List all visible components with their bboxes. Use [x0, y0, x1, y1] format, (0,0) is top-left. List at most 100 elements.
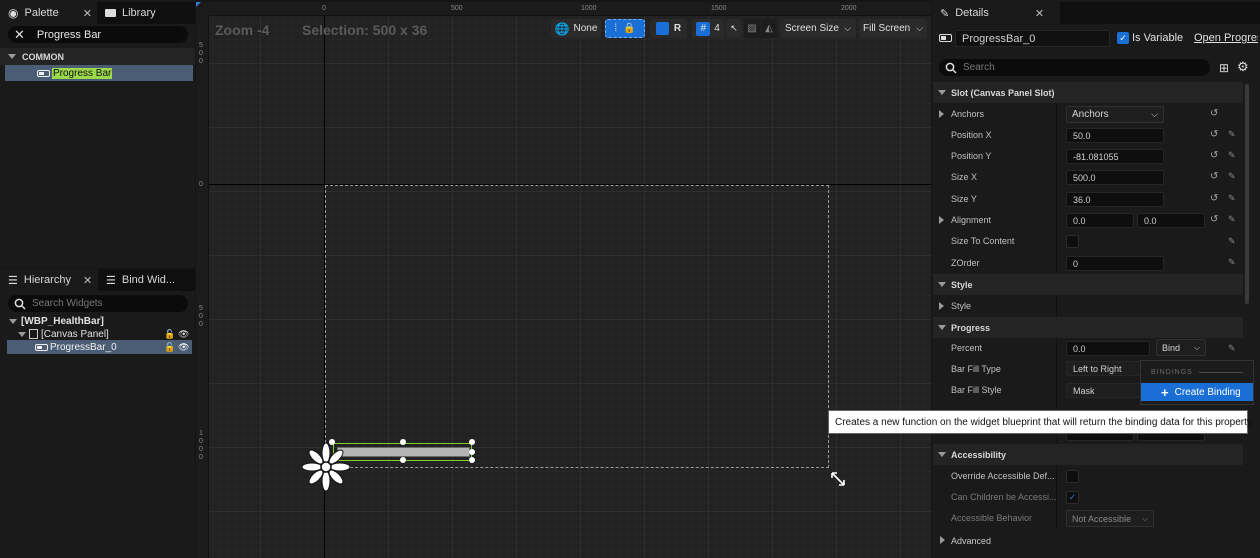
pin-icon[interactable]: ✎	[1228, 257, 1236, 268]
accessible-behavior-dropdown[interactable]: Not Accessible ⌵	[1066, 510, 1154, 527]
create-binding-item[interactable]: + Create Binding	[1141, 383, 1253, 401]
hierarchy-progressbar[interactable]: ProgressBar_0 🔓 👁	[7, 340, 192, 354]
accessible-behavior-value: Not Accessible	[1072, 513, 1132, 524]
reset-icon[interactable]: ↺	[1210, 171, 1218, 182]
palette-item-progress-bar[interactable]: Progress Bar	[5, 65, 193, 81]
details-scrollbar[interactable]	[1245, 84, 1249, 304]
close-icon[interactable]: ✕	[1035, 7, 1044, 20]
size-x-input[interactable]: 500.0	[1066, 170, 1164, 185]
hierarchy-search[interactable]: Search Widgets	[8, 295, 188, 312]
section-accessibility[interactable]: Accessibility	[933, 444, 1243, 465]
zorder-input[interactable]: 0	[1066, 256, 1164, 271]
fill-screen-dropdown[interactable]: Fill Screen ⌵	[859, 19, 927, 38]
selection-handle-bm[interactable]	[400, 457, 406, 463]
tab-bind-widgets[interactable]: ☰ Bind Wid...	[98, 269, 183, 291]
selection-handle-br[interactable]	[469, 457, 475, 463]
cursor-tool-button[interactable]: ↖	[726, 19, 742, 38]
expand-arrow-icon[interactable]	[939, 110, 944, 118]
palette-search[interactable]: ✕ Progress Bar	[8, 26, 188, 43]
pin-icon[interactable]: ✎	[1228, 171, 1236, 182]
respect-locks-button[interactable]: R	[650, 19, 687, 38]
search-icon	[945, 62, 957, 74]
reset-icon[interactable]: ↺	[1210, 108, 1218, 119]
section-style[interactable]: Style	[933, 274, 1243, 295]
clear-search-icon[interactable]: ✕	[14, 27, 25, 43]
ruler-left-labels-d: 1000	[199, 430, 203, 461]
eye-icon[interactable]: 👁	[178, 329, 189, 340]
pin-icon[interactable]: ✎	[1228, 343, 1236, 354]
pin-icon[interactable]: ✎	[1228, 129, 1236, 140]
localization-button[interactable]: 🌐 None	[551, 19, 601, 38]
section-slot[interactable]: Slot (Canvas Panel Slot)	[933, 82, 1243, 103]
size-y-input[interactable]: 36.0	[1066, 192, 1164, 207]
screen-size-dropdown[interactable]: Screen Size ⌵	[780, 19, 856, 38]
widget-name-input[interactable]: ProgressBar_0	[955, 30, 1110, 47]
eye-icon[interactable]: 👁	[178, 342, 189, 353]
percent-input[interactable]: 0.0	[1066, 341, 1150, 356]
override-accessible-label: Override Accessible Def...	[951, 471, 1055, 481]
ruler-corner	[196, 2, 209, 16]
lock-icon[interactable]: 🔓	[164, 329, 175, 340]
alignment-y-input[interactable]: 0.0	[1137, 213, 1205, 228]
section-progress[interactable]: Progress	[933, 317, 1243, 338]
chevron-down-icon: ⌵	[916, 23, 923, 33]
children-accessible-checkbox[interactable]: ✓	[1066, 491, 1079, 504]
section-advanced-label: Advanced	[951, 535, 992, 546]
selection-handle-tm[interactable]	[400, 439, 406, 445]
is-variable-checkbox[interactable]: ✓	[1117, 32, 1129, 44]
reset-icon[interactable]: ↺	[1210, 150, 1218, 161]
hierarchy-root-label: [WBP_HealthBar]	[21, 315, 104, 327]
pin-icon[interactable]: ✎	[1228, 150, 1236, 161]
bar-fill-style-dropdown[interactable]: Mask	[1066, 383, 1144, 398]
expand-arrow-icon	[940, 536, 945, 544]
section-advanced[interactable]: Advanced	[933, 530, 1243, 551]
tab-details[interactable]: ✎ Details ✕	[932, 2, 1060, 24]
selection-handle-mr[interactable]	[469, 449, 475, 455]
size-to-content-checkbox[interactable]	[1066, 235, 1079, 248]
grid-snap-button[interactable]: # 4	[692, 19, 724, 38]
anchors-dropdown[interactable]: Anchors ⌵	[1066, 106, 1164, 123]
palette-category-common[interactable]: COMMON	[0, 48, 195, 65]
position-x-input[interactable]: 50.0	[1066, 128, 1164, 143]
selection-handle-tr[interactable]	[469, 439, 475, 445]
pin-icon[interactable]: ✎	[1228, 193, 1236, 204]
tab-palette[interactable]: ◉ Palette ✕	[0, 2, 97, 24]
tab-library[interactable]: Library	[97, 2, 164, 24]
hierarchy-root[interactable]: [WBP_HealthBar]	[0, 314, 195, 328]
ruler-left	[196, 2, 209, 558]
close-icon[interactable]: ✕	[83, 7, 92, 20]
pin-icon[interactable]: ✎	[1228, 236, 1236, 247]
zorder-label: ZOrder	[951, 258, 980, 268]
anchor-icon[interactable]	[300, 441, 352, 493]
reset-icon[interactable]: ↺	[1210, 129, 1218, 140]
position-y-input[interactable]: -81.081055	[1066, 149, 1164, 164]
gear-icon[interactable]: ⚙	[1237, 59, 1249, 75]
resize-arrow-icon[interactable]	[830, 471, 846, 487]
lock-icon[interactable]: 🔓	[164, 342, 175, 353]
tab-library-label: Library	[122, 7, 156, 19]
close-icon[interactable]: ✕	[83, 274, 92, 287]
collapse-arrow-icon	[8, 54, 16, 59]
image-preview-button[interactable]: ▨	[744, 19, 760, 38]
warning-toggle-button[interactable]: ◭	[761, 19, 777, 38]
expand-arrow-icon[interactable]	[939, 216, 944, 224]
expand-arrow-icon[interactable]	[939, 302, 944, 310]
layout-grid-toggle[interactable]: ⁞ 🔒	[605, 19, 645, 38]
size-x-value: 500.0	[1073, 172, 1096, 183]
details-search[interactable]: Search	[939, 59, 1210, 76]
pin-icon[interactable]: ✎	[1228, 214, 1236, 225]
tab-hierarchy-label: Hierarchy	[23, 274, 71, 286]
hierarchy-canvas-panel[interactable]: [Canvas Panel] 🔓 👁	[0, 327, 195, 341]
alignment-x-input[interactable]: 0.0	[1066, 213, 1134, 228]
override-accessible-checkbox[interactable]	[1066, 470, 1079, 483]
hierarchy-icon: ☰	[8, 274, 18, 287]
reset-icon[interactable]: ↺	[1210, 214, 1218, 225]
bind-label: Bind	[1162, 342, 1181, 353]
open-blueprint-link[interactable]: Open Progres	[1194, 32, 1258, 44]
bind-dropdown[interactable]: Bind ⌵	[1156, 339, 1206, 356]
tab-hierarchy[interactable]: ☰ Hierarchy ✕	[0, 269, 98, 291]
property-matrix-icon[interactable]: ⊞	[1219, 61, 1229, 75]
widget-type-icon	[939, 34, 952, 42]
reset-icon[interactable]: ↺	[1210, 193, 1218, 204]
bar-fill-type-dropdown[interactable]: Left to Right	[1066, 361, 1144, 376]
